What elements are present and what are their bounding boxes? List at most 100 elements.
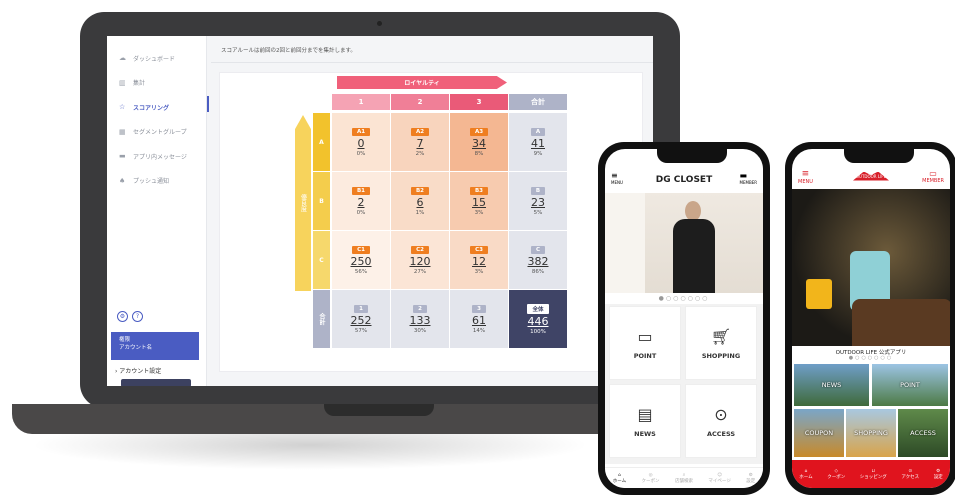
tab-label: ホーム [612, 478, 627, 484]
tab-settings[interactable]: ⚙ 設定 [746, 473, 755, 484]
cell-percent: 86% [531, 268, 545, 275]
tile-point[interactable]: ▭ POINT [609, 306, 681, 380]
tile-point[interactable]: POINT [872, 364, 948, 406]
grid-icon: ▦ [119, 127, 126, 136]
member-button[interactable]: ▬ MEMBER [740, 171, 757, 185]
cell-grand-total[interactable]: 全体 446 100% [509, 290, 567, 348]
cell-code: B1 [351, 186, 371, 195]
card-icon: ▭ [929, 169, 937, 178]
card-icon: ▬ [739, 171, 748, 180]
tile-coupon[interactable]: COUPON [794, 409, 844, 457]
tab-coupon[interactable]: ◇ クーポン [827, 469, 845, 480]
cell-value[interactable]: 61 [472, 314, 486, 327]
tile-grid: ▭ POINT 🛒︎ SHOPPING ▤ NEWS ⊙ ACCESS [605, 304, 763, 464]
carousel-dots: ●○○○○○○ [848, 355, 894, 361]
excellence-arrow: 優良度 [295, 115, 311, 291]
tile-shopping[interactable]: 🛒︎ SHOPPING [685, 306, 757, 380]
cell-code: A1 [351, 127, 371, 136]
tile-shopping[interactable]: SHOPPING [846, 409, 896, 457]
page-note: スコアルールは前回の2回と前回分までを集計します。 [221, 48, 356, 54]
tile-access[interactable]: ACCESS [898, 409, 948, 457]
cell-b2[interactable]: B2 6 1% [391, 172, 449, 230]
message-icon: ▬ [119, 152, 126, 161]
cell-b3[interactable]: B3 15 3% [450, 172, 508, 230]
cell-value[interactable]: 133 [410, 314, 431, 327]
cell-b1[interactable]: B1 2 0% [332, 172, 390, 230]
cell-value[interactable]: 250 [351, 255, 372, 268]
cell-code: B3 [469, 186, 489, 195]
tile-access[interactable]: ⊙ ACCESS [685, 384, 757, 458]
phone-notch [657, 149, 727, 163]
bell-icon: ♠ [119, 176, 126, 185]
nav-push[interactable]: ♠ プッシュ通知 [107, 169, 206, 194]
tab-label: クーポン [827, 474, 846, 480]
help-icon[interactable]: ? [132, 311, 143, 322]
cell-c-total[interactable]: C 382 86% [509, 231, 567, 289]
cell-code: B2 [410, 186, 430, 195]
tab-coupon[interactable]: ◎ クーポン [642, 473, 660, 484]
cell-value[interactable]: 0 [358, 137, 365, 150]
col-header-3: 3 [450, 94, 508, 110]
settings-icon[interactable]: ⚙ [117, 311, 128, 322]
location-pin-icon: ⊙ [908, 468, 913, 474]
cell-value[interactable]: 446 [528, 315, 549, 328]
cell-total-3[interactable]: 3 61 14% [450, 290, 508, 348]
cell-percent: 100% [530, 328, 546, 335]
row-header-a: A [313, 113, 330, 171]
cell-c3[interactable]: C3 12 3% [450, 231, 508, 289]
cell-c1[interactable]: C1 250 56% [332, 231, 390, 289]
tab-home[interactable]: ⌂ ホーム [613, 473, 626, 484]
nav-aggregate[interactable]: ▥ 集計 [107, 71, 206, 96]
col-header-total: 合計 [509, 94, 567, 110]
cell-a-total[interactable]: A 41 9% [509, 113, 567, 171]
cell-value[interactable]: 23 [531, 196, 545, 209]
nav-scoring[interactable]: ☆ スコアリング [107, 95, 206, 120]
tab-access[interactable]: ⊙ アクセス [901, 469, 919, 480]
cell-value[interactable]: 252 [351, 314, 372, 327]
tab-label: 設定 [746, 478, 756, 484]
member-label: MEMBER [739, 180, 757, 185]
member-button[interactable]: ▭ MEMBER [922, 169, 944, 184]
tab-store-search[interactable]: ⌕ 店舗検索 [675, 472, 693, 484]
cell-value[interactable]: 15 [472, 196, 486, 209]
cell-a3[interactable]: A3 34 8% [450, 113, 508, 171]
tab-mypage[interactable]: ☺ マイページ [708, 473, 730, 484]
account-settings-link[interactable]: › アカウント設定 [115, 366, 161, 375]
nav-in-app-message[interactable]: ▬ アプリ内メッセージ [107, 144, 206, 169]
tab-label: クーポン [641, 478, 660, 484]
member-label: MEMBER [922, 178, 944, 184]
cell-percent: 0% [356, 150, 366, 157]
nav-dashboard[interactable]: ☁ ダッシュボード [107, 46, 206, 71]
tile-news[interactable]: ▤ NEWS [609, 384, 681, 458]
cell-value[interactable]: 6 [417, 196, 424, 209]
tab-home[interactable]: ⌂ ホーム [799, 469, 812, 480]
cell-value[interactable]: 34 [472, 137, 486, 150]
cell-code: C3 [470, 245, 488, 254]
account-panel[interactable]: 権限 アカウント名 [111, 332, 199, 360]
cell-a2[interactable]: A2 7 2% [391, 113, 449, 171]
cell-value[interactable]: 120 [410, 255, 431, 268]
cell-total-2[interactable]: 2 133 30% [391, 290, 449, 348]
hero-image[interactable] [792, 189, 950, 346]
cell-value[interactable]: 12 [472, 255, 486, 268]
cell-total-1[interactable]: 1 252 57% [332, 290, 390, 348]
cell-value[interactable]: 2 [358, 196, 365, 209]
tab-settings[interactable]: ⚙ 設定 [934, 469, 943, 480]
cell-a1[interactable]: A1 0 0% [332, 113, 390, 171]
logout-button[interactable] [121, 379, 191, 386]
cell-b-total[interactable]: B 23 5% [509, 172, 567, 230]
nav-segment-group[interactable]: ▦ セグメントグループ [107, 120, 206, 145]
cell-value[interactable]: 41 [531, 137, 545, 150]
nav-label: スコアリング [133, 104, 170, 112]
cell-value[interactable]: 7 [417, 137, 424, 150]
tile-news[interactable]: NEWS [794, 364, 869, 406]
hero-image[interactable] [605, 193, 763, 293]
cell-percent: 3% [474, 268, 484, 275]
tag-icon: ◇ [834, 468, 838, 474]
nav-label: ダッシュボード [133, 55, 176, 63]
cell-c2[interactable]: C2 120 27% [391, 231, 449, 289]
tab-shopping[interactable]: ⊔ ショッピング [860, 469, 887, 480]
search-icon: ⌕ [682, 473, 686, 478]
tab-bar: ⌂ ホーム ◇ クーポン ⊔ ショッピング ⊙ アクセス ⚙ 設定 [792, 460, 950, 488]
cell-value[interactable]: 382 [528, 255, 549, 268]
